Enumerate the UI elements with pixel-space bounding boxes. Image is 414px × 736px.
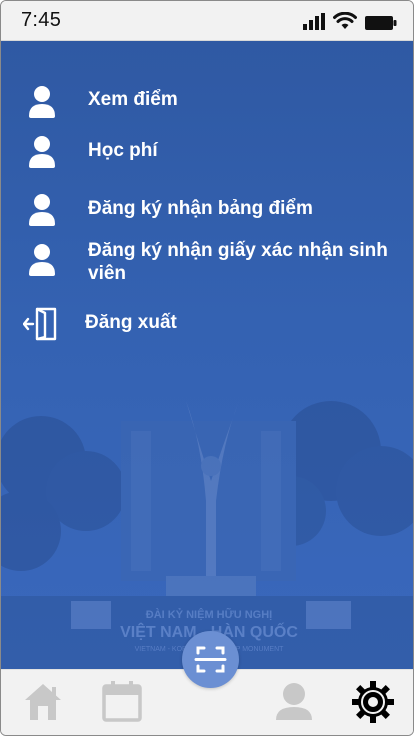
menu-item-label: Xem điểm <box>88 89 178 110</box>
home-icon[interactable] <box>23 682 63 722</box>
logout-icon <box>23 307 57 341</box>
status-icons <box>303 12 397 30</box>
background-monument-image: ĐÀI KỶ NIỆM HỮU NGHỊ VIỆT NAM - HÀN QUỐC… <box>1 401 413 669</box>
menu-item-label: Học phí <box>88 140 158 161</box>
calendar-icon[interactable] <box>102 680 142 722</box>
menu-item-label: Đăng ký nhận bảng điểm <box>88 198 313 219</box>
user-icon <box>29 194 55 226</box>
user-icon <box>29 86 55 118</box>
signal-icon <box>303 13 325 30</box>
phone-frame: 7:45 ĐÀI KỶ NIỆM HỮU NGHỊ VIỆT NAM HÀN Q… <box>0 0 414 736</box>
menu-item-label: Đăng xuất <box>85 312 177 333</box>
user-icon <box>29 244 55 276</box>
profile-icon[interactable] <box>275 682 313 722</box>
settings-icon[interactable] <box>351 680 395 724</box>
wifi-icon <box>333 12 357 29</box>
monument-text-line1: ĐÀI KỶ NIỆM HỮU NGHỊ <box>146 608 272 621</box>
user-icon <box>29 136 55 168</box>
status-time: 7:45 <box>21 9 62 31</box>
menu-item-label: Đăng ký nhận giấy xác nhận sinh viên <box>88 240 388 284</box>
status-bar: 7:45 <box>1 1 413 41</box>
battery-icon <box>365 16 397 30</box>
scan-icon <box>194 646 227 673</box>
scan-button[interactable] <box>182 631 239 688</box>
menu-panel: ĐÀI KỶ NIỆM HỮU NGHỊ VIỆT NAM - HÀN QUỐC… <box>1 41 413 669</box>
